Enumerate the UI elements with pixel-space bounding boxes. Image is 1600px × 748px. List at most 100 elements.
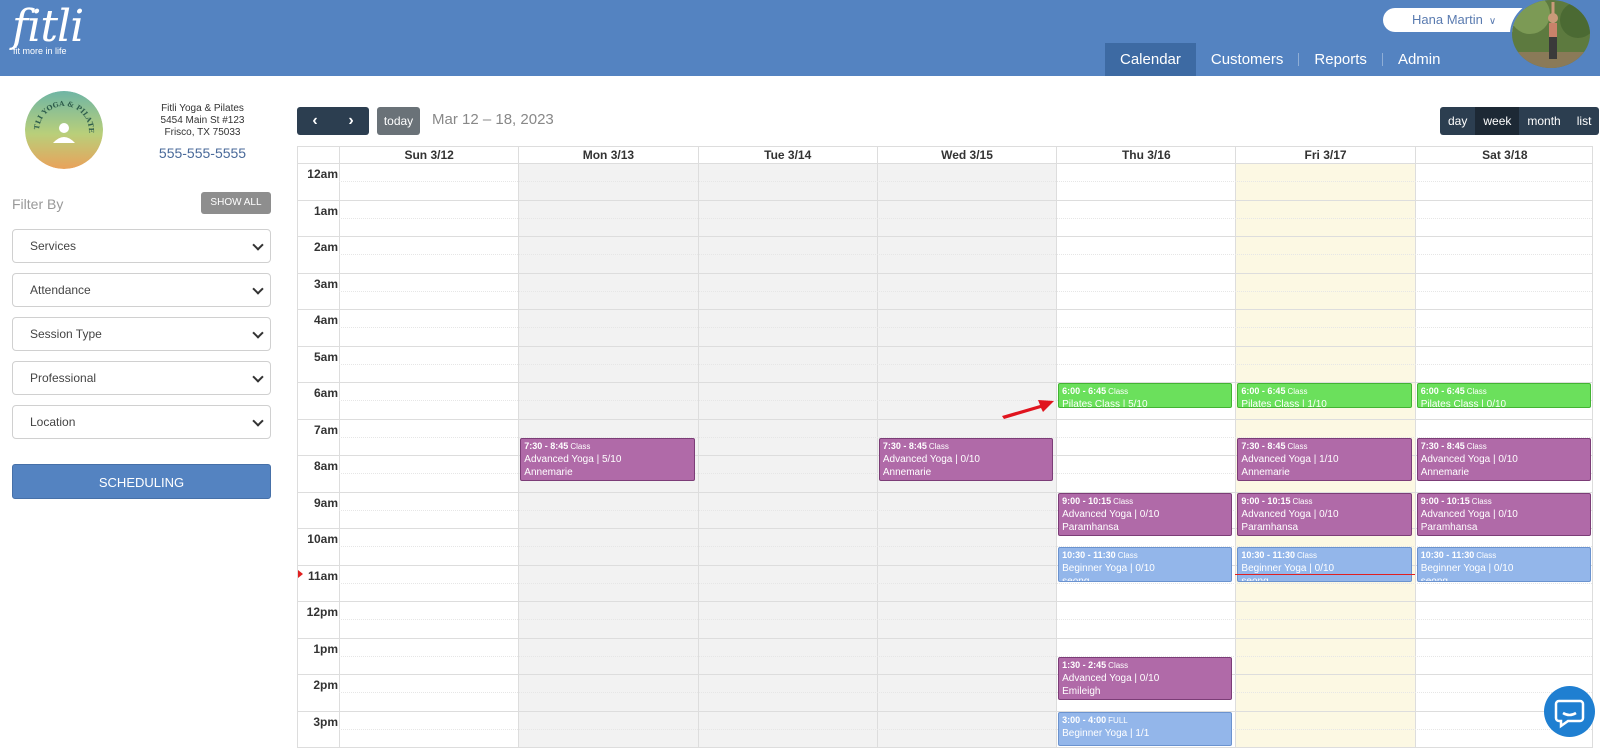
chat-bubble-icon — [1554, 699, 1585, 729]
event-title: Advanced Yoga | 0/10 — [1062, 508, 1160, 520]
nav-admin[interactable]: Admin — [1383, 43, 1456, 76]
event-time: 10:30 - 11:30 — [1420, 550, 1475, 561]
half-hour-gridline — [339, 655, 1592, 657]
event-time: 6:00 - 6:45 — [1062, 386, 1107, 396]
event-type: Class — [1466, 441, 1487, 451]
half-hour-gridline — [339, 217, 1592, 219]
event-header: 7:30 - 8:45 Class — [1241, 440, 1407, 453]
event-title: Advanced Yoga | 0/10 — [1420, 453, 1518, 465]
day-header: Sun 3/12 — [339, 147, 518, 163]
calendar-event[interactable]: 10:30 - 11:30 Class Beginner Yoga | 0/10 se… — [1416, 547, 1591, 582]
hour-gridline — [298, 309, 1592, 310]
calendar-event[interactable]: 9:00 - 10:15 Class Advanced Yoga | 0/10 Par… — [1237, 492, 1412, 537]
half-hour-gridline — [339, 327, 1592, 329]
event-header: 10:30 - 11:30 Class — [1241, 549, 1407, 562]
calendar-event[interactable]: 7:30 - 8:45 Class Advanced Yoga | 0/10 Anne… — [878, 437, 1054, 482]
select-label: Services — [30, 239, 77, 253]
event-header: 6:00 - 6:45 Class — [1241, 385, 1407, 398]
calendar-event[interactable]: 7:30 - 8:45 Class Advanced Yoga | 5/10 Anne… — [520, 437, 695, 482]
current-time-line — [1235, 573, 1415, 575]
next-week-button[interactable]: › — [333, 107, 369, 135]
professional-select[interactable]: Professional — [12, 361, 271, 395]
calendar-event[interactable]: 9:00 - 10:15 Class Advanced Yoga | 0/10 Par… — [1058, 492, 1233, 537]
prev-next-group: ‹ › — [297, 107, 369, 135]
calendar-event[interactable]: 7:30 - 8:45 Class Advanced Yoga | 0/10 Anne… — [1416, 437, 1591, 482]
hour-label: 2am — [313, 240, 338, 254]
calendar-event[interactable]: 7:30 - 8:45 Class Advanced Yoga | 1/10 Anne… — [1237, 437, 1412, 482]
select-label: Professional — [30, 371, 97, 385]
attendance-select[interactable]: Attendance — [12, 273, 271, 307]
avatar[interactable] — [1510, 0, 1592, 70]
event-professional: Annemarie — [1420, 466, 1470, 478]
hour-label: 5am — [313, 349, 338, 364]
hour-gridline — [298, 199, 1592, 201]
hour-label: 1am — [313, 203, 338, 218]
view-month-button[interactable]: month — [1519, 107, 1569, 135]
event-type: Class — [1117, 551, 1138, 561]
day-header: Tue 3/14 — [697, 147, 877, 163]
chevron-down-icon: ∨ — [1488, 16, 1497, 27]
calendar-event[interactable]: 9:00 - 10:15 Class Advanced Yoga | 0/10 Par… — [1416, 492, 1591, 537]
event-professional: Annemarie — [524, 466, 573, 478]
event-professional: Paramhansa — [1420, 521, 1478, 533]
business-address-line2: Frisco, TX 75033 — [164, 127, 241, 138]
fitli-logo[interactable]: fitli fit more in life — [12, 4, 84, 57]
chevron-down-icon — [252, 327, 264, 339]
services-select[interactable]: Services — [12, 229, 271, 263]
half-hour-gridline — [339, 619, 1592, 621]
location-select[interactable]: Location — [12, 405, 271, 439]
event-title: Pilates Class | 0/10 — [1420, 399, 1507, 409]
prev-week-button[interactable]: ‹ — [297, 107, 333, 135]
event-type: Class — [1287, 387, 1308, 396]
event-time: 6:00 - 6:45 — [1420, 386, 1465, 396]
chevron-down-icon — [252, 283, 264, 295]
session-type-select[interactable]: Session Type — [12, 317, 271, 351]
event-title: Beginner Yoga | 0/10 — [1062, 563, 1155, 575]
hour-label: 11am — [307, 568, 338, 583]
scheduling-button[interactable]: SCHEDULING — [12, 464, 271, 499]
event-time: 9:00 - 10:15 — [1241, 495, 1291, 506]
event-type: Class — [1466, 387, 1487, 396]
business-phone[interactable]: 555-555-5555 — [135, 145, 270, 161]
view-week-button[interactable]: week — [1475, 107, 1520, 135]
hour-gridline — [298, 236, 1592, 237]
business-name: Fitli Yoga & Pilates — [161, 103, 244, 114]
event-title: Advanced Yoga | 0/10 — [1241, 508, 1339, 520]
calendar-event[interactable]: 10:30 - 11:30 Class Beginner Yoga | 0/10 se… — [1237, 547, 1412, 582]
hour-label: 6am — [313, 386, 338, 400]
user-name: Hana Martin — [1412, 12, 1483, 27]
view-day-button[interactable]: day — [1440, 107, 1476, 135]
event-header: 7:30 - 8:45 Class — [1421, 440, 1587, 453]
calendar-event[interactable]: 6:00 - 6:45 Class Pilates Class | 5/10 — [1058, 383, 1233, 409]
event-time: 6:00 - 6:45 — [1241, 386, 1286, 396]
nav-customers[interactable]: Customers — [1196, 43, 1299, 76]
business-address-line1: 5454 Main St #123 — [160, 115, 245, 126]
calendar-event[interactable]: 6:00 - 6:45 Class Pilates Class | 0/10 — [1416, 383, 1591, 409]
event-title: Pilates Class | 5/10 — [1062, 399, 1148, 409]
hour-label: 8am — [313, 459, 338, 473]
chevron-down-icon — [252, 415, 264, 427]
day-header: Fri 3/17 — [1235, 147, 1414, 163]
nav-reports[interactable]: Reports — [1299, 43, 1382, 76]
view-list-button[interactable]: list — [1568, 107, 1600, 135]
chat-support-button[interactable] — [1544, 686, 1595, 737]
today-button[interactable]: today — [377, 107, 420, 135]
hour-gridline — [298, 674, 1592, 675]
event-title: Beginner Yoga | 0/10 — [1420, 563, 1514, 575]
show-all-button[interactable]: SHOW ALL — [201, 192, 271, 214]
hour-label: 3pm — [313, 714, 338, 729]
calendar-event[interactable]: 3:00 - 4:00 FULL Beginner Yoga | 1/1 — [1058, 711, 1233, 746]
hour-gridline — [298, 345, 1592, 347]
calendar-event[interactable]: 10:30 - 11:30 Class Beginner Yoga | 0/10 se… — [1058, 547, 1233, 582]
event-time: 7:30 - 8:45 — [882, 440, 927, 451]
event-professional: Paramhansa — [1241, 521, 1299, 533]
half-hour-gridline — [339, 254, 1592, 256]
day-header: Wed 3/15 — [876, 147, 1056, 163]
top-header: fitli fit more in life Hana Martin ∨ Cale… — [0, 0, 1600, 76]
calendar-event[interactable]: 1:30 - 2:45 Class Advanced Yoga | 0/10 Emil… — [1058, 656, 1233, 701]
event-type: Class — [1296, 551, 1317, 561]
nav-calendar[interactable]: Calendar — [1105, 43, 1196, 76]
event-type: Class — [1476, 551, 1497, 561]
calendar-event[interactable]: 6:00 - 6:45 Class Pilates Class | 1/10 — [1237, 383, 1412, 409]
hour-label: 12pm — [306, 605, 338, 619]
